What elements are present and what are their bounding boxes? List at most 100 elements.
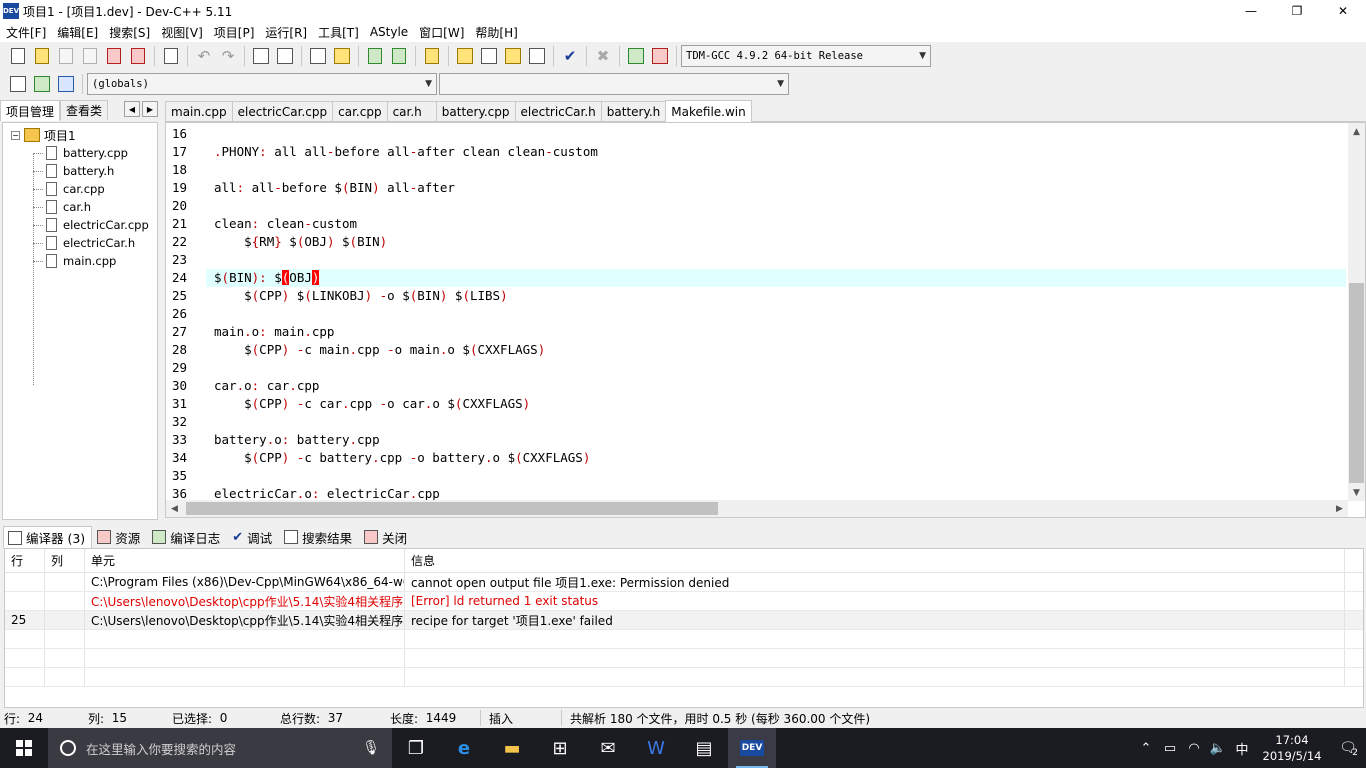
compiler-select[interactable]: TDM-GCC 4.9.2 64-bit Release ▼ <box>681 45 931 67</box>
goto-definition-button[interactable] <box>31 73 53 95</box>
compile-button[interactable] <box>454 45 476 67</box>
tree-item-car-cpp[interactable]: car.cpp <box>33 180 149 198</box>
tree-item-battery-cpp[interactable]: battery.cpp <box>33 144 149 162</box>
project-options-button[interactable] <box>421 45 443 67</box>
start-button[interactable] <box>0 728 48 768</box>
tab-main-cpp[interactable]: main.cpp <box>165 101 233 121</box>
code-line[interactable]: ${RM} $(OBJ) $(BIN) <box>206 233 1346 251</box>
scroll-left-arrow-icon[interactable]: ◀ <box>166 500 183 517</box>
save-button[interactable] <box>55 45 77 67</box>
code-line[interactable] <box>206 197 1346 215</box>
redo-button[interactable]: ↷ <box>217 45 239 67</box>
horizontal-scroll-thumb[interactable] <box>186 502 718 515</box>
menu-file[interactable]: 文件[F] <box>2 24 50 41</box>
input-method-indicator[interactable]: 中 <box>1230 739 1254 758</box>
menu-view[interactable]: 视图[V] <box>157 24 207 41</box>
action-center-button[interactable]: 🗨 2 <box>1330 740 1366 758</box>
tree-item-battery-h[interactable]: battery.h <box>33 162 149 180</box>
tab-class-view[interactable]: 查看类 <box>60 100 109 120</box>
menu-help[interactable]: 帮助[H] <box>471 24 521 41</box>
code-line[interactable] <box>206 125 1346 143</box>
menu-window[interactable]: 窗口[W] <box>415 24 468 41</box>
profile-analysis-button[interactable] <box>625 45 647 67</box>
microphone-icon[interactable]: 🎙 <box>362 740 380 756</box>
goto-declaration-button[interactable] <box>7 73 29 95</box>
code-line[interactable] <box>206 413 1346 431</box>
tab-electriccar-cpp[interactable]: electricCar.cpp <box>231 101 334 121</box>
syntax-check-button[interactable]: ✔ <box>559 45 581 67</box>
taskbar-store[interactable]: ⊞ <box>536 728 584 768</box>
tree-item-electriccar-h[interactable]: electricCar.h <box>33 234 149 252</box>
code-line[interactable]: $(CPP) $(LINKOBJ) -o $(BIN) $(LIBS) <box>206 287 1346 305</box>
tab-scroll-left-button[interactable]: ◀ <box>124 101 140 117</box>
table-row[interactable]: C:\Users\lenovo\Desktop\cpp作业\5.14\实验4相关… <box>5 592 1363 611</box>
code-line[interactable]: $(CPP) -c battery.cpp -o battery.o $(CXX… <box>206 449 1346 467</box>
menu-edit[interactable]: 编辑[E] <box>53 24 102 41</box>
table-row[interactable]: 25 C:\Users\lenovo\Desktop\cpp作业\5.14\实验… <box>5 611 1363 630</box>
close-button[interactable]: ✕ <box>1320 0 1366 22</box>
replace-button[interactable] <box>274 45 296 67</box>
menu-run[interactable]: 运行[R] <box>261 24 311 41</box>
collapse-toggle[interactable]: − <box>11 130 20 140</box>
code-line[interactable]: $(CPP) -c main.cpp -o main.o $(CXXFLAGS) <box>206 341 1346 359</box>
minimize-button[interactable]: — <box>1228 0 1274 22</box>
tab-battery-cpp[interactable]: battery.cpp <box>435 101 516 121</box>
taskbar-mail[interactable]: ✉ <box>584 728 632 768</box>
column-header-unit[interactable]: 单元 <box>85 549 405 572</box>
table-row[interactable]: C:\Program Files (x86)\Dev-Cpp\MinGW64\x… <box>5 573 1363 592</box>
tab-makefile-win[interactable]: Makefile.win <box>665 100 752 122</box>
tab-electriccar-h[interactable]: electricCar.h <box>514 101 602 121</box>
tab-resources[interactable]: 资源 <box>92 526 147 548</box>
tab-project-manager[interactable]: 项目管理 <box>0 100 61 121</box>
scroll-up-arrow-icon[interactable]: ▲ <box>1348 123 1365 140</box>
class-browser-button[interactable] <box>55 73 77 95</box>
rebuild-all-button[interactable] <box>526 45 548 67</box>
wifi-icon[interactable]: ◠ <box>1182 741 1206 756</box>
code-line[interactable] <box>206 359 1346 377</box>
vertical-scrollbar[interactable]: ▲ ▼ <box>1348 123 1365 501</box>
code-line[interactable] <box>206 251 1346 269</box>
menu-astyle[interactable]: AStyle <box>366 25 412 39</box>
add-to-project-button[interactable] <box>364 45 386 67</box>
column-header-message[interactable]: 信息 <box>405 549 1345 572</box>
menu-project[interactable]: 项目[P] <box>210 24 259 41</box>
taskbar-devcpp[interactable]: DEV <box>728 728 776 768</box>
vertical-scroll-thumb[interactable] <box>1349 283 1364 483</box>
member-select[interactable]: ▼ <box>439 73 789 95</box>
code-line[interactable] <box>206 305 1346 323</box>
tab-car-h[interactable]: car.h <box>386 101 437 121</box>
tray-overflow-chevron-icon[interactable]: ⌃ <box>1134 741 1158 756</box>
tree-item-car-h[interactable]: car.h <box>33 198 149 216</box>
column-header-col[interactable]: 列 <box>45 549 85 572</box>
battery-icon[interactable]: ▭ <box>1158 741 1182 756</box>
code-line[interactable]: battery.o: battery.cpp <box>206 431 1346 449</box>
tree-root-project[interactable]: − 项目1 <box>11 126 76 144</box>
taskbar-clock[interactable]: 17:04 2019/5/14 <box>1254 732 1330 764</box>
compile-run-button[interactable] <box>502 45 524 67</box>
save-all-button[interactable] <box>79 45 101 67</box>
code-line[interactable]: main.o: main.cpp <box>206 323 1346 341</box>
indent-button[interactable] <box>307 45 329 67</box>
taskbar-wps[interactable]: W <box>632 728 680 768</box>
menu-search[interactable]: 搜索[S] <box>105 24 154 41</box>
scroll-right-arrow-icon[interactable]: ▶ <box>1331 500 1348 517</box>
taskbar-search-box[interactable]: 在这里输入你要搜索的内容 🎙 <box>48 728 392 768</box>
tab-search-results[interactable]: 搜索结果 <box>279 526 359 548</box>
taskbar-presentation[interactable]: ▤ <box>680 728 728 768</box>
scope-select[interactable]: (globals) ▼ <box>87 73 437 95</box>
menu-tools[interactable]: 工具[T] <box>314 24 363 41</box>
stop-execution-button[interactable]: ✖ <box>592 45 614 67</box>
code-line[interactable]: electricCar.o: electricCar.cpp <box>206 485 1346 501</box>
find-button[interactable] <box>250 45 272 67</box>
code-line[interactable]: car.o: car.cpp <box>206 377 1346 395</box>
tab-debug[interactable]: ✔ 调试 <box>227 526 279 548</box>
tab-close[interactable]: 关闭 <box>359 526 414 548</box>
print-button[interactable] <box>160 45 182 67</box>
undo-button[interactable]: ↶ <box>193 45 215 67</box>
tab-compiler[interactable]: 编译器 (3) <box>3 526 93 548</box>
run-button[interactable] <box>478 45 500 67</box>
task-view-button[interactable]: ❐ <box>392 728 440 768</box>
remove-from-project-button[interactable] <box>388 45 410 67</box>
horizontal-scrollbar[interactable]: ◀ ▶ <box>166 500 1348 517</box>
tab-car-cpp[interactable]: car.cpp <box>332 101 388 121</box>
